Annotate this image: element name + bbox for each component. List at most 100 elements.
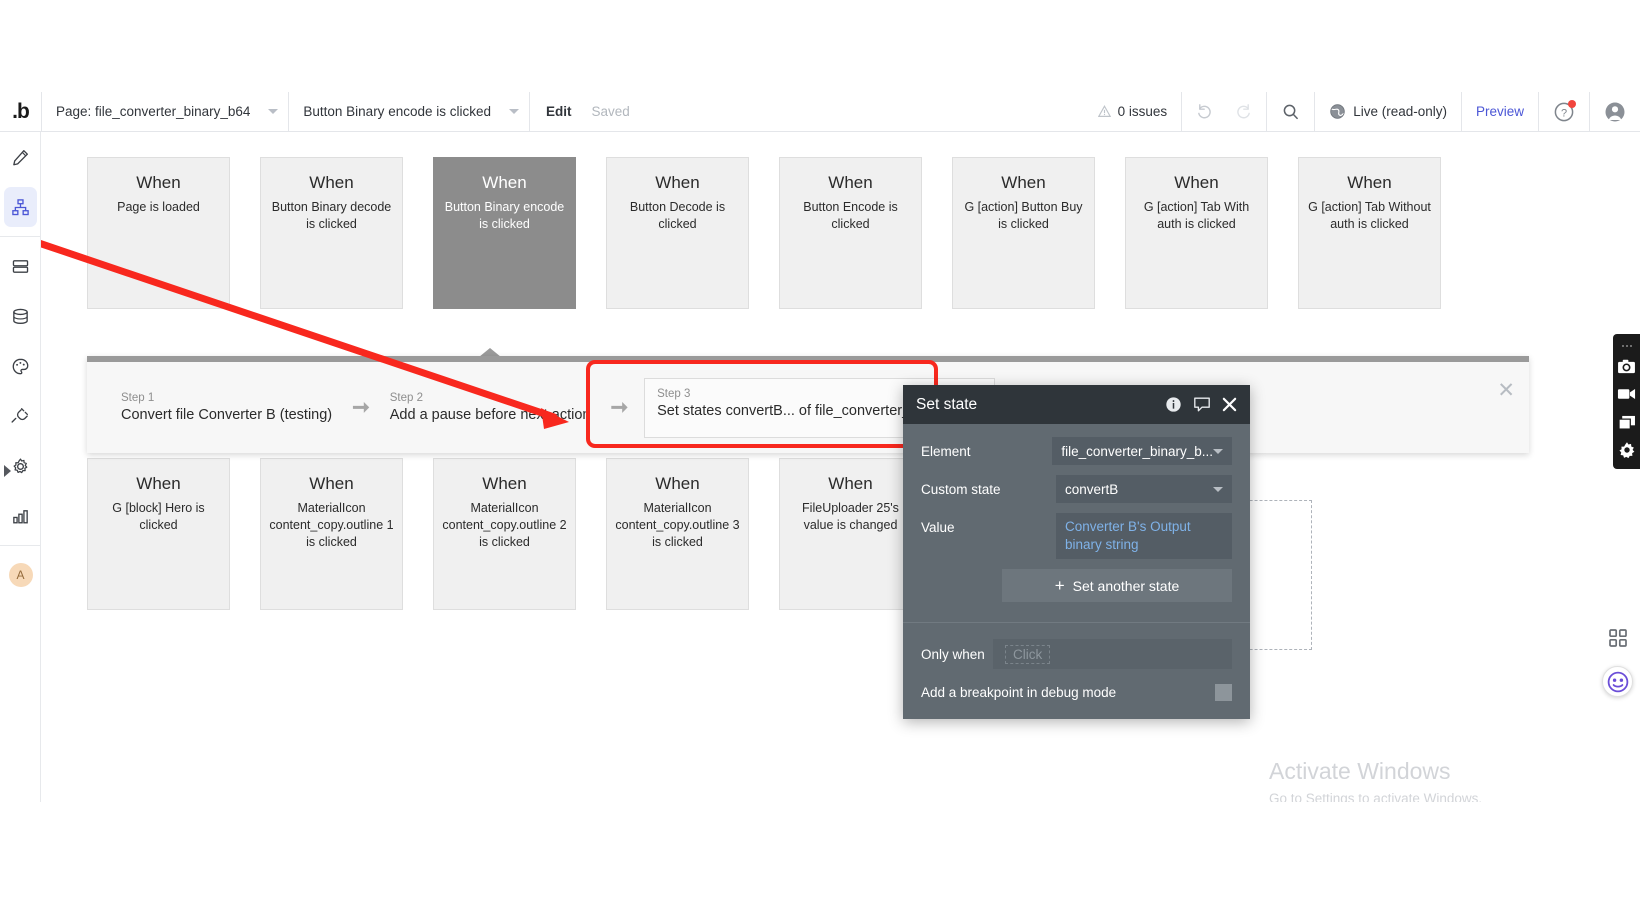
event-card-subtitle: Button Binary decode is clicked — [261, 199, 402, 233]
event-card[interactable]: When FileUploader 25's value is changed — [779, 458, 922, 610]
event-card[interactable]: When Button Encode is clicked — [779, 157, 922, 309]
custom-state-value: convertB — [1065, 482, 1118, 497]
undo-icon[interactable] — [1196, 102, 1215, 121]
custom-state-row: Custom state convertB — [921, 475, 1232, 503]
recorder-settings-button[interactable] — [1613, 436, 1640, 464]
event-card-title: When — [607, 173, 748, 193]
workflow-selector[interactable]: Button Binary encode is clicked — [289, 92, 530, 131]
event-card[interactable]: When G [action] Tab With auth is clicked — [1125, 157, 1268, 309]
element-dropdown[interactable]: file_converter_binary_b... — [1052, 437, 1232, 465]
property-editor-header-actions — [1165, 396, 1237, 413]
custom-state-dropdown[interactable]: convertB — [1056, 475, 1232, 503]
step-action-text: Convert file Converter B (testing) — [121, 407, 332, 423]
search-button[interactable] — [1266, 92, 1314, 131]
event-card[interactable]: When Page is loaded — [87, 157, 230, 309]
event-card[interactable]: When G [block] Hero is clicked — [87, 458, 230, 610]
page-selector[interactable]: Page: file_converter_binary_b64 — [42, 92, 289, 131]
workflow-selector-label: Button Binary encode is clicked — [303, 104, 491, 119]
event-card[interactable]: When Button Binary decode is clicked — [260, 157, 403, 309]
event-card[interactable]: When Button Decode is clicked — [606, 157, 749, 309]
expand-arrow-icon[interactable] — [4, 465, 11, 477]
preview-button[interactable]: Preview — [1461, 92, 1538, 131]
bubble-editor-app: .b Page: file_converter_binary_b64 Butto… — [0, 92, 1640, 802]
close-icon[interactable] — [1222, 397, 1237, 412]
assistant-button[interactable] — [1602, 666, 1633, 697]
sidebar-item-plugins[interactable] — [0, 391, 41, 441]
value-label: Value — [921, 513, 1056, 535]
event-card-title: When — [1299, 173, 1440, 193]
workflow-canvas: When Page is loaded When Button Binary d… — [41, 132, 1640, 802]
close-icon[interactable]: ✕ — [1497, 380, 1515, 401]
event-card[interactable]: When MaterialIcon content_copy.outline 2… — [433, 458, 576, 610]
breakpoint-checkbox[interactable] — [1215, 684, 1232, 701]
b-logo-icon: .b — [12, 101, 29, 122]
undo-redo-group — [1181, 92, 1266, 131]
watermark-title: Activate Windows — [1269, 758, 1482, 785]
property-editor-body: Element file_converter_binary_b... Custo… — [903, 424, 1250, 559]
account-avatar-icon — [1604, 101, 1626, 123]
settings-gear-icon — [1618, 441, 1636, 459]
steps-row: Step 1 Convert file Converter B (testing… — [87, 362, 1045, 453]
event-card[interactable]: When MaterialIcon content_copy.outline 1… — [260, 458, 403, 610]
element-value: file_converter_binary_b... — [1061, 444, 1213, 459]
only-when-input[interactable]: Click — [993, 639, 1232, 669]
step-card-2[interactable]: Step 2 Add a pause before next action — [386, 384, 595, 431]
event-card-title: When — [88, 173, 229, 193]
breakpoint-row: Add a breakpoint in debug mode — [903, 669, 1250, 701]
plus-icon: + — [1055, 577, 1065, 594]
window-capture-button[interactable] — [1613, 408, 1640, 436]
event-card-selected[interactable]: When Button Binary encode is clicked — [433, 157, 576, 309]
event-card[interactable]: When MaterialIcon content_copy.outline 3… — [606, 458, 749, 610]
preview-label: Preview — [1476, 104, 1524, 119]
rail-divider — [0, 236, 41, 237]
info-icon[interactable] — [1165, 396, 1182, 413]
search-icon — [1281, 102, 1300, 121]
comment-icon[interactable] — [1193, 396, 1211, 413]
styles-palette-icon — [11, 357, 30, 376]
live-label: Live (read-only) — [1353, 104, 1447, 119]
sidebar-item-design[interactable] — [0, 132, 41, 182]
value-row: Value Converter B's Output binary string — [921, 513, 1232, 559]
account-button[interactable] — [1589, 92, 1640, 131]
avatar[interactable]: A — [0, 550, 41, 600]
live-version-selector[interactable]: Live (read-only) — [1314, 92, 1461, 131]
step-arrow-icon: ➞ — [610, 395, 628, 420]
event-card-title: When — [780, 173, 921, 193]
chevron-down-icon — [1213, 487, 1223, 492]
event-card-subtitle: MaterialIcon content_copy.outline 3 is c… — [607, 500, 748, 551]
step-card-1[interactable]: Step 1 Convert file Converter B (testing… — [117, 384, 336, 431]
warning-triangle-icon — [1098, 105, 1111, 118]
apps-grid-button[interactable] — [1604, 624, 1632, 652]
event-card-title: When — [434, 173, 575, 193]
design-icon — [11, 148, 30, 167]
step-number-label: Step 2 — [390, 392, 591, 404]
event-card-subtitle: Button Binary encode is clicked — [434, 199, 575, 233]
video-record-button[interactable] — [1613, 380, 1640, 408]
set-another-state-button[interactable]: + Set another state — [1002, 569, 1232, 602]
bubble-logo[interactable]: .b — [0, 92, 42, 131]
help-button[interactable]: ? — [1538, 92, 1589, 131]
issues-label: 0 issues — [1118, 104, 1168, 119]
issues-button[interactable]: 0 issues — [1084, 92, 1182, 131]
event-card-title: When — [1126, 173, 1267, 193]
kebab-dots-icon[interactable] — [1613, 339, 1640, 352]
logs-chart-icon — [11, 507, 30, 526]
sidebar-item-logs[interactable] — [0, 491, 41, 541]
watermark-subtitle: Go to Settings to activate Windows. — [1269, 791, 1482, 802]
sidebar-item-data-table[interactable] — [0, 241, 41, 291]
camera-screenshot-button[interactable] — [1613, 352, 1640, 380]
event-card[interactable]: When G [action] Tab Without auth is clic… — [1298, 157, 1441, 309]
sidebar-item-database[interactable] — [0, 291, 41, 341]
sidebar-item-styles[interactable] — [0, 341, 41, 391]
event-card-title: When — [261, 474, 402, 494]
redo-icon[interactable] — [1233, 102, 1252, 121]
window-capture-icon — [1618, 415, 1636, 430]
only-when-row: Only when Click — [903, 623, 1250, 669]
event-card-subtitle: Button Decode is clicked — [607, 199, 748, 233]
assistant-face-icon — [1607, 671, 1629, 693]
value-expression-field[interactable]: Converter B's Output binary string — [1056, 513, 1232, 559]
header-right-group: 0 issues — [1084, 92, 1640, 131]
sidebar-item-workflow[interactable] — [0, 182, 41, 232]
edit-button[interactable]: Edit — [546, 104, 572, 119]
event-card[interactable]: When G [action] Button Buy is clicked — [952, 157, 1095, 309]
